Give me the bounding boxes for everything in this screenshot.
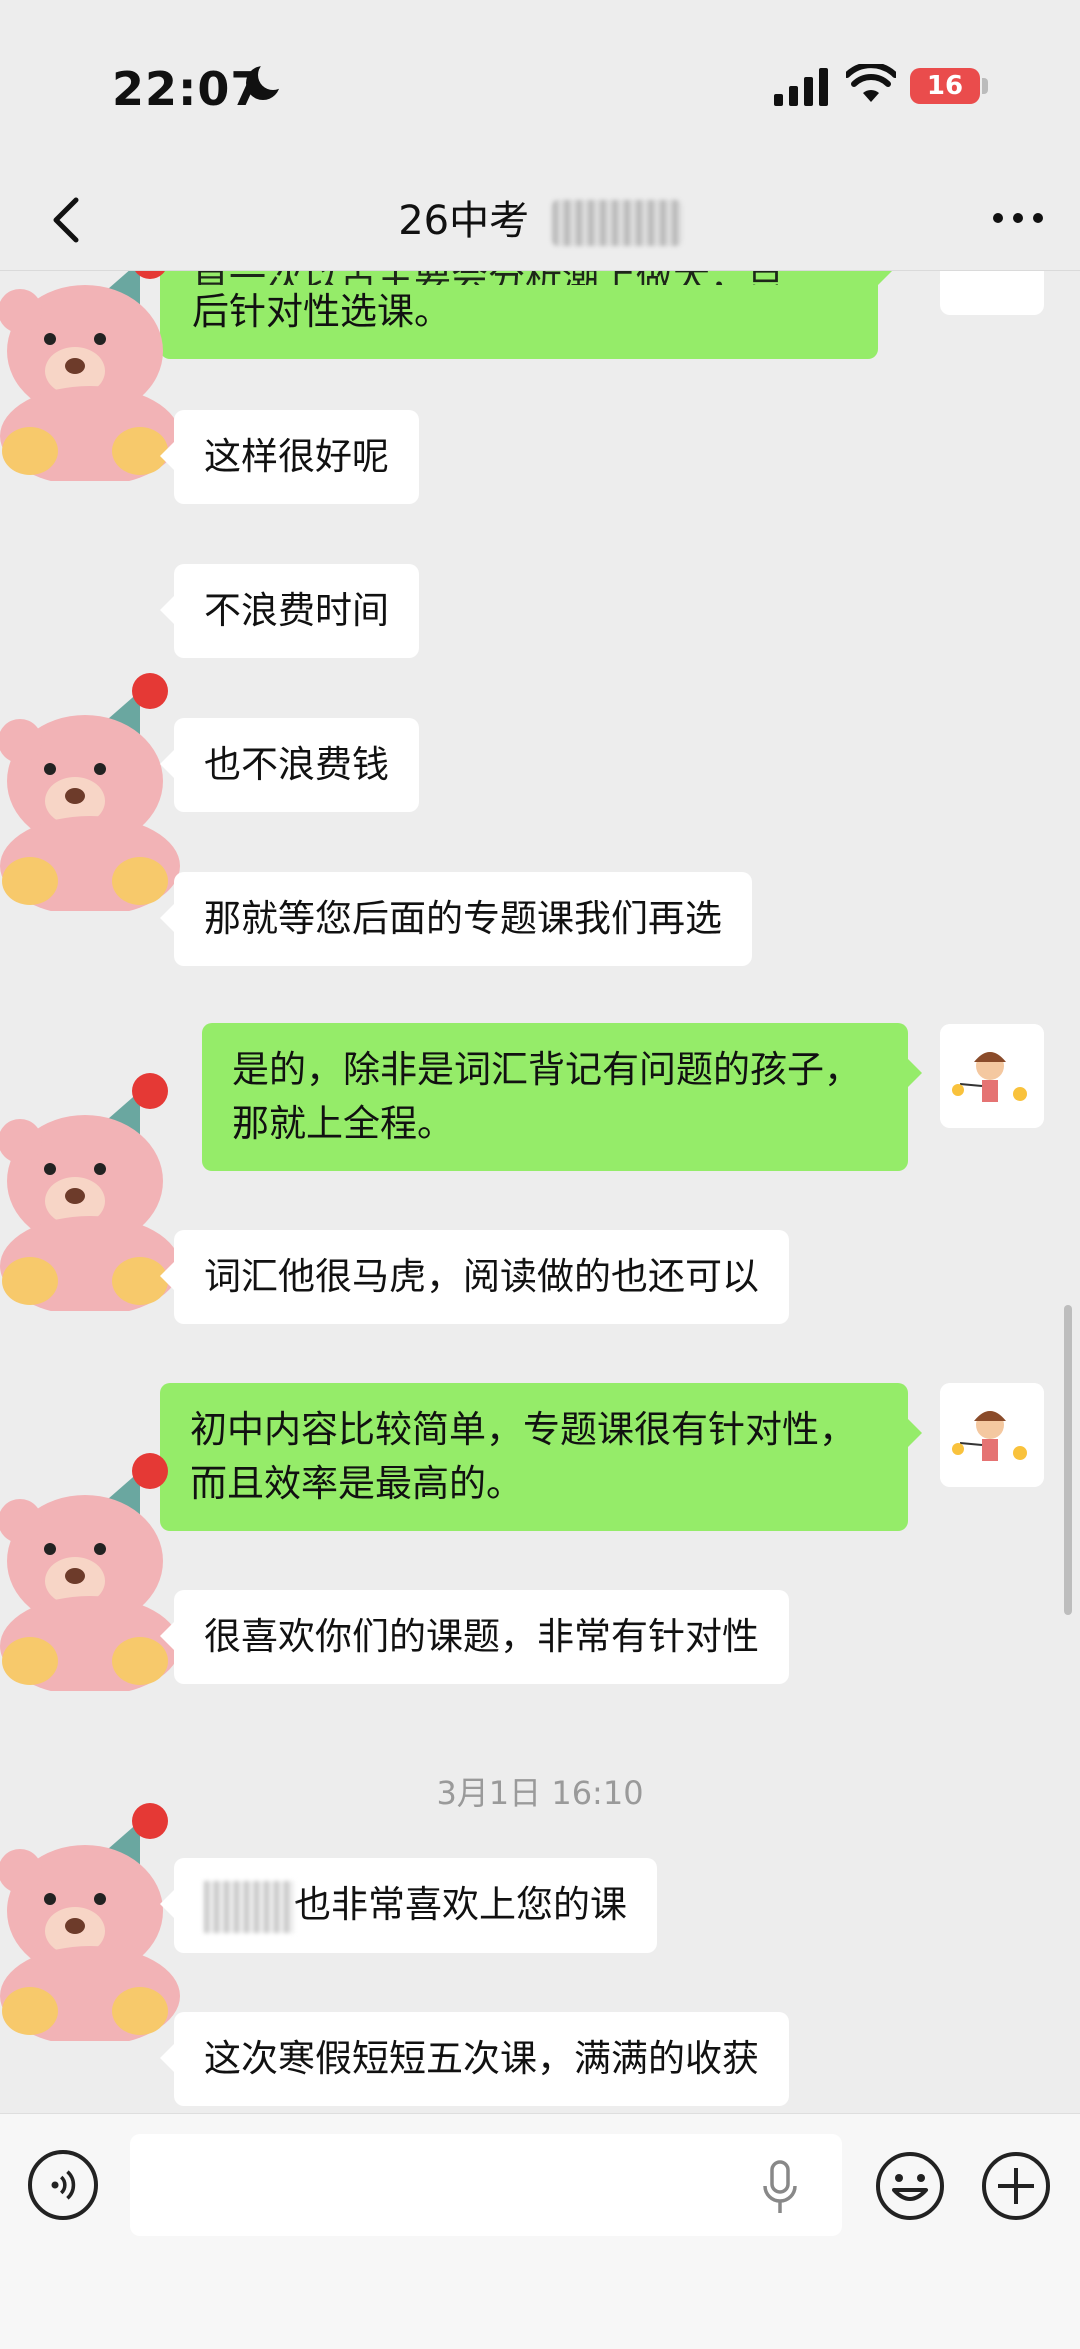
message-bubble-outgoing[interactable]: 是的，除非是词汇背记有问题的孩子，那就上全程。 — [202, 1023, 922, 1171]
message-text: 很喜欢你们的课题，非常有针对性 — [204, 1615, 759, 1658]
chat-title: 26中考 — [0, 188, 1080, 246]
message-bubble-outgoing[interactable]: 初中内容比较简单，专题课很有针对性，而且效率是最高的。 — [160, 1383, 922, 1531]
message-bubble-incoming[interactable]: 词汇他很马虎，阅读做的也还可以 — [160, 1230, 789, 1324]
message-input[interactable] — [130, 2134, 842, 2236]
moon-icon — [246, 60, 288, 100]
message-text: 不浪费时间 — [204, 589, 389, 632]
message-text: 那就等您后面的专题课我们再选 — [204, 897, 722, 940]
voice-icon[interactable] — [28, 2150, 98, 2220]
message-list[interactable]: 首一次以占主要会分析潮上做大，点 后针对性选课。 这样很好呢 不浪费时间 — [0, 271, 1080, 2113]
message-bubble-incoming[interactable]: 也不浪费钱 — [160, 718, 419, 812]
signal-icon — [774, 68, 828, 106]
more-icon[interactable] — [988, 198, 1048, 238]
message-text: 是的，除非是词汇背记有问题的孩子，那就上全程。 — [232, 1048, 861, 1145]
message-bubble-incoming[interactable]: 这样很好呢 — [160, 410, 419, 504]
message-bubble-outgoing[interactable]: 首一次以占主要会分析潮上做大，点 后针对性选课。 — [160, 271, 892, 359]
message-text: 初中内容比较简单，专题课很有针对性，而且效率是最高的。 — [190, 1408, 856, 1505]
bear-avatar[interactable] — [0, 1431, 190, 1691]
emoji-icon[interactable] — [874, 2150, 946, 2222]
message-text: 后针对性选课。 — [192, 290, 451, 333]
my-avatar[interactable] — [940, 1024, 1044, 1128]
message-text: 这样很好呢 — [204, 435, 389, 478]
message-bubble-incoming[interactable]: 也非常喜欢上您的课 — [160, 1858, 657, 1953]
status-bar: 22:07 16 — [0, 0, 1080, 170]
chat-header: 26中考 — [0, 170, 1080, 271]
input-bar — [0, 2113, 1080, 2349]
microphone-icon[interactable] — [760, 2158, 800, 2218]
message-text: 这次寒假短短五次课，满满的收获 — [204, 2037, 759, 2080]
message-text: 也不浪费钱 — [204, 743, 389, 786]
plus-icon[interactable] — [980, 2150, 1052, 2222]
blurred-name — [204, 1880, 294, 1933]
message-bubble-incoming[interactable]: 很喜欢你们的课题，非常有针对性 — [160, 1590, 789, 1684]
message-text: 词汇他很马虎，阅读做的也还可以 — [204, 1255, 759, 1298]
my-avatar[interactable] — [940, 271, 1044, 315]
battery-indicator: 16 — [910, 68, 980, 104]
message-bubble-incoming[interactable]: 不浪费时间 — [160, 564, 419, 658]
wifi-icon — [846, 64, 896, 102]
battery-cap — [982, 78, 988, 94]
message-text: 也非常喜欢上您的课 — [294, 1883, 627, 1926]
bear-avatar[interactable] — [0, 651, 190, 911]
message-bubble-incoming[interactable]: 那就等您后面的专题课我们再选 — [160, 872, 752, 966]
clock: 22:07 — [112, 62, 264, 116]
chat-title-text: 26中考 — [398, 198, 530, 244]
blurred-name — [551, 200, 682, 246]
scrollbar[interactable] — [1064, 1305, 1072, 1615]
my-avatar[interactable] — [940, 1383, 1044, 1487]
message-bubble-incoming[interactable]: 这次寒假短短五次课，满满的收获 — [160, 2012, 789, 2106]
